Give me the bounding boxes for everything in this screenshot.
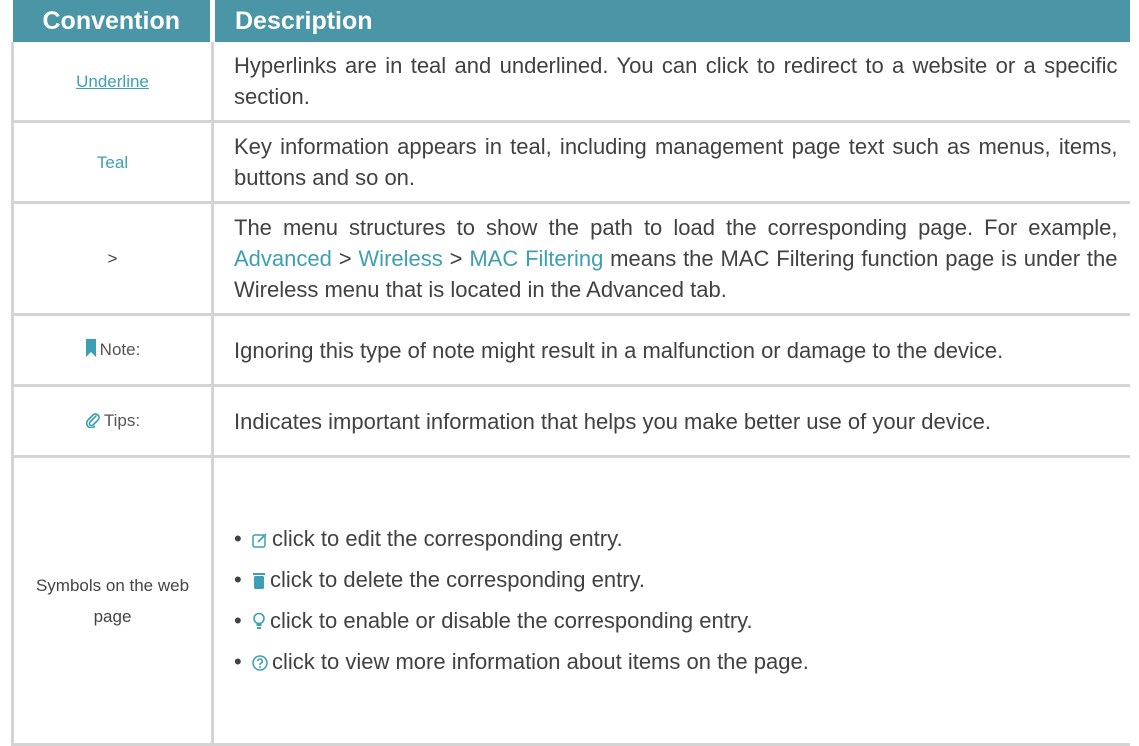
- paperclip-icon: [85, 407, 101, 438]
- menu-separator: >: [331, 246, 359, 271]
- help-icon: [252, 648, 268, 679]
- convention-cell: Teal: [11, 121, 214, 204]
- description-cell: Ignoring this type of note might result …: [212, 314, 1130, 387]
- note-label: Note:: [99, 339, 141, 359]
- table-row: Symbols on the web page • click to edit t…: [11, 456, 1130, 746]
- description-cell: • click to edit the corresponding entry. …: [212, 456, 1130, 746]
- item-text: click to delete the corresponding entry.: [270, 566, 646, 592]
- table-row: Note: Ignoring this type of note might r…: [11, 314, 1130, 387]
- symbols-list: • click to edit the corresponding entry. …: [234, 523, 1118, 679]
- underline-example-link[interactable]: Underline: [76, 72, 149, 91]
- convention-cell: >: [11, 202, 214, 316]
- description-cell: Hyperlinks are in teal and underlined. Y…: [212, 42, 1130, 123]
- convention-cell: Note:: [11, 314, 214, 387]
- table-row: Tips: Indicates important information th…: [11, 385, 1130, 458]
- bookmark-icon: [85, 336, 97, 367]
- edit-icon: [252, 525, 268, 556]
- bulb-icon: [252, 607, 266, 638]
- list-item: • click to view more information about it…: [234, 646, 1118, 679]
- description-cell: Indicates important information that hel…: [212, 385, 1130, 458]
- table-row: > The menu structures to show the path t…: [11, 202, 1130, 316]
- item-text: click to view more information about ite…: [272, 648, 809, 674]
- list-item: • click to delete the corresponding entry…: [234, 564, 1118, 597]
- description-header: Description: [212, 0, 1130, 42]
- item-text: click to edit the corresponding entry.: [272, 525, 623, 551]
- convention-header: Convention: [12, 0, 215, 42]
- table-row: Teal Key information appears in teal, in…: [11, 121, 1130, 204]
- conventions-table-wrapper: Convention Description Underline Hyperli…: [11, 0, 1139, 746]
- item-text: click to enable or disable the correspon…: [270, 607, 753, 633]
- list-item: • click to enable or disable the correspo…: [234, 605, 1118, 638]
- convention-cell: Symbols on the web page: [11, 456, 214, 746]
- teal-example-text: Teal: [96, 152, 129, 172]
- desc-text: The menu structures to show the path to …: [234, 215, 1118, 240]
- menu-separator: >: [442, 246, 470, 271]
- description-cell: Key information appears in teal, includi…: [212, 121, 1130, 204]
- table-header-row: Convention Description: [12, 0, 1130, 42]
- menu-wireless: Wireless: [358, 246, 443, 271]
- convention-cell: Tips:: [11, 385, 214, 458]
- description-cell: The menu structures to show the path to …: [212, 202, 1130, 316]
- menu-advanced: Advanced: [234, 246, 332, 271]
- menu-mac-filtering: MAC Filtering: [469, 246, 604, 271]
- table-row: Underline Hyperlinks are in teal and und…: [11, 42, 1130, 123]
- tips-label: Tips:: [103, 410, 141, 430]
- convention-cell: Underline: [11, 42, 214, 123]
- trash-icon: [252, 566, 266, 597]
- list-item: • click to edit the corresponding entry.: [234, 523, 1118, 556]
- conventions-table: Convention Description Underline Hyperli…: [11, 0, 1130, 746]
